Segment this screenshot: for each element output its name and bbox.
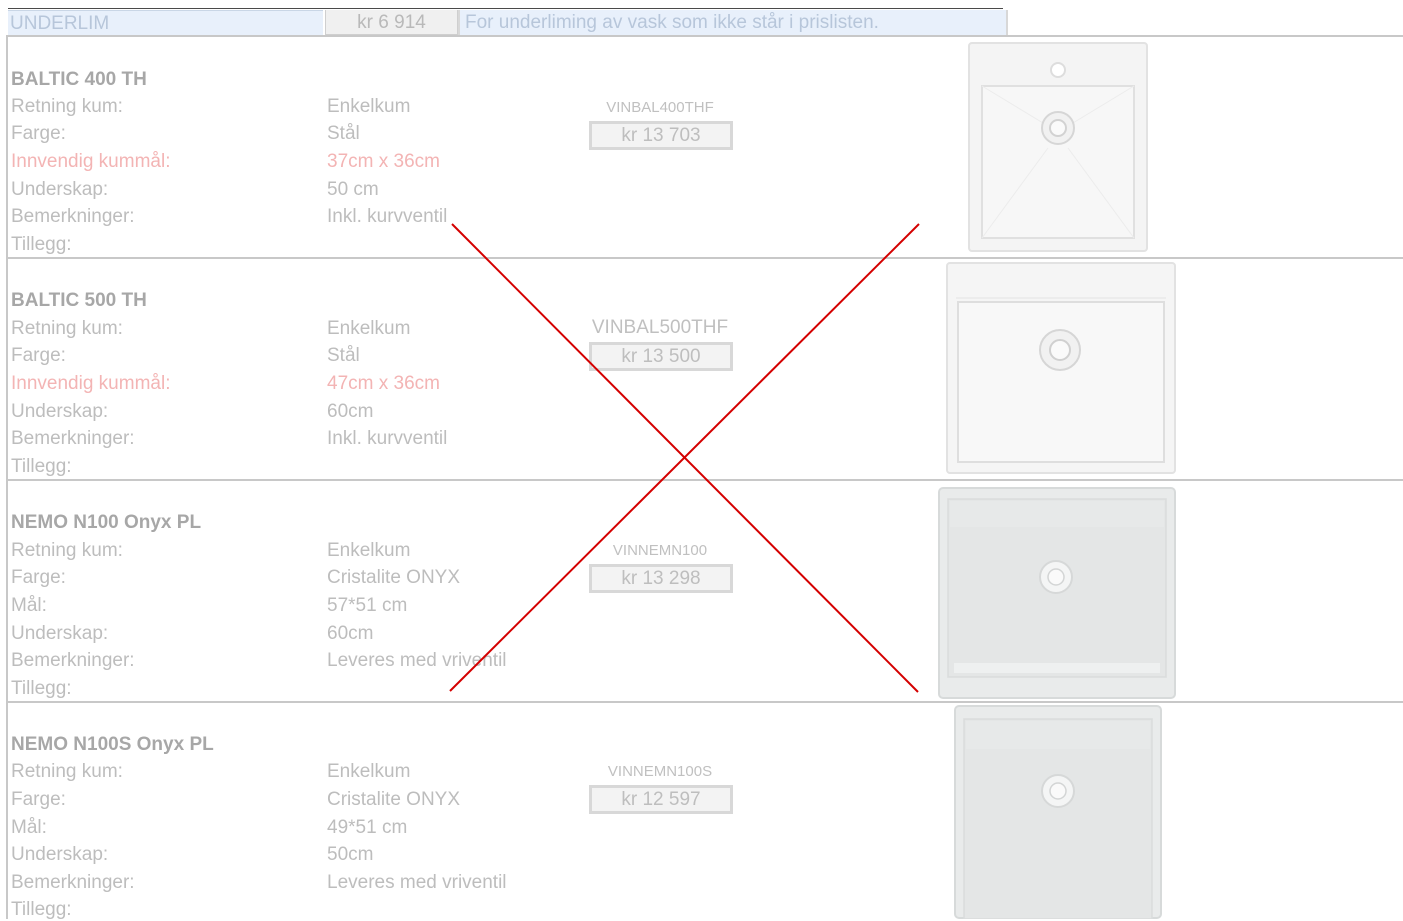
cross-line [451, 223, 919, 693]
value-retning: Enkelkum [327, 761, 411, 782]
product-title: BALTIC 500 TH [11, 290, 147, 311]
label-tillegg: Tillegg: [11, 899, 72, 920]
value-kummal: 47cm x 36cm [327, 373, 440, 394]
label-bemerkninger: Bemerkninger: [11, 650, 135, 671]
label-tillegg: Tillegg: [11, 678, 72, 699]
product-title: NEMO N100S Onyx PL [11, 734, 214, 755]
label-kummal: Innvendig kummål: [11, 151, 171, 172]
label-tillegg: Tillegg: [11, 456, 72, 477]
sink-image [968, 42, 1148, 252]
label-farge: Farge: [11, 789, 66, 810]
value-mal: 57*51 cm [327, 595, 408, 616]
row-divider [6, 257, 1403, 259]
row-divider [6, 35, 1403, 37]
value-farge: Cristalite ONYX [327, 789, 461, 810]
value-underskap: 60cm [327, 401, 374, 422]
label-bemerkninger: Bemerkninger: [11, 872, 135, 893]
product-code: VINNEMN100 [612, 542, 708, 559]
underlim-name: UNDERLIM [8, 10, 323, 35]
left-border [6, 35, 8, 919]
cross-line [449, 223, 920, 692]
top-rule [8, 8, 1003, 9]
label-farge: Farge: [11, 123, 66, 144]
value-bemerkninger: Leveres med vriventil [327, 650, 507, 671]
value-retning: Enkelkum [327, 318, 411, 339]
label-bemerkninger: Bemerkninger: [11, 206, 135, 227]
label-mal: Mål: [11, 817, 47, 838]
label-retning: Retning kum: [11, 761, 123, 782]
price-box: kr 13 298 [589, 564, 733, 593]
underlim-row: UNDERLIM kr 6 914 For underliming av vas… [8, 10, 1008, 35]
label-underskap: Underskap: [11, 623, 109, 644]
value-retning: Enkelkum [327, 96, 411, 117]
product-code: VINNEMN100S [607, 763, 713, 780]
value-retning: Enkelkum [327, 540, 411, 561]
label-retning: Retning kum: [11, 540, 123, 561]
label-retning: Retning kum: [11, 318, 123, 339]
label-underskap: Underskap: [11, 844, 109, 865]
label-farge: Farge: [11, 345, 66, 366]
product-code: VINBAL400THF [606, 99, 714, 116]
underlim-price: kr 6 914 [325, 10, 458, 35]
value-underskap: 60cm [327, 623, 374, 644]
label-mal: Mål: [11, 595, 47, 616]
label-bemerkninger: Bemerkninger: [11, 428, 135, 449]
value-underskap: 50cm [327, 844, 374, 865]
price-box: kr 12 597 [589, 785, 733, 814]
label-retning: Retning kum: [11, 96, 123, 117]
product-code: VINBAL500THF [591, 317, 729, 338]
row-divider [6, 479, 1403, 481]
label-kummal: Innvendig kummål: [11, 373, 171, 394]
value-underskap: 50 cm [327, 179, 379, 200]
value-bemerkninger: Inkl. kurvventil [327, 428, 448, 449]
product-title: BALTIC 400 TH [11, 69, 147, 90]
value-bemerkninger: Leveres med vriventil [327, 872, 507, 893]
sink-image [938, 487, 1176, 699]
underlim-note: For underliming av vask som ikke står i … [458, 10, 1008, 35]
row-divider [6, 701, 1403, 703]
value-farge: Stål [327, 123, 360, 144]
label-underskap: Underskap: [11, 401, 109, 422]
label-tillegg: Tillegg: [11, 234, 72, 255]
value-mal: 49*51 cm [327, 817, 408, 838]
value-bemerkninger: Inkl. kurvventil [327, 206, 448, 227]
value-kummal: 37cm x 36cm [327, 151, 440, 172]
label-underskap: Underskap: [11, 179, 109, 200]
sink-image [946, 262, 1176, 474]
product-title: NEMO N100 Onyx PL [11, 512, 202, 533]
sink-image [954, 705, 1162, 919]
price-box: kr 13 703 [589, 121, 733, 150]
label-farge: Farge: [11, 567, 66, 588]
value-farge: Stål [327, 345, 360, 366]
value-farge: Cristalite ONYX [327, 567, 461, 588]
price-box: kr 13 500 [589, 342, 733, 371]
